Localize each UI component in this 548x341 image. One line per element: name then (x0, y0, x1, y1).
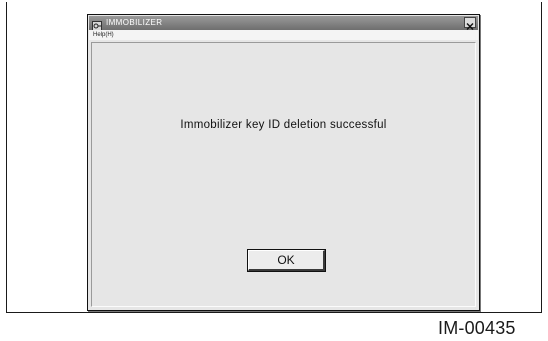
immobilizer-window: IMMOBILIZER Help(H) Immobilizer key ID d… (87, 14, 480, 311)
close-button[interactable] (464, 17, 476, 30)
immobilizer-app-icon (92, 18, 102, 31)
status-message: Immobilizer key ID deletion successful (180, 119, 387, 131)
dialog-content: Immobilizer key ID deletion successful O… (91, 42, 476, 307)
menu-bar: Help(H) (89, 30, 478, 40)
figure-id-label: IM-00435 (438, 318, 516, 338)
window-title: IMMOBILIZER (106, 18, 163, 27)
title-bar[interactable]: IMMOBILIZER (89, 16, 478, 31)
ok-button[interactable]: OK (248, 250, 325, 271)
menu-item-help[interactable]: Help(H) (93, 30, 114, 40)
